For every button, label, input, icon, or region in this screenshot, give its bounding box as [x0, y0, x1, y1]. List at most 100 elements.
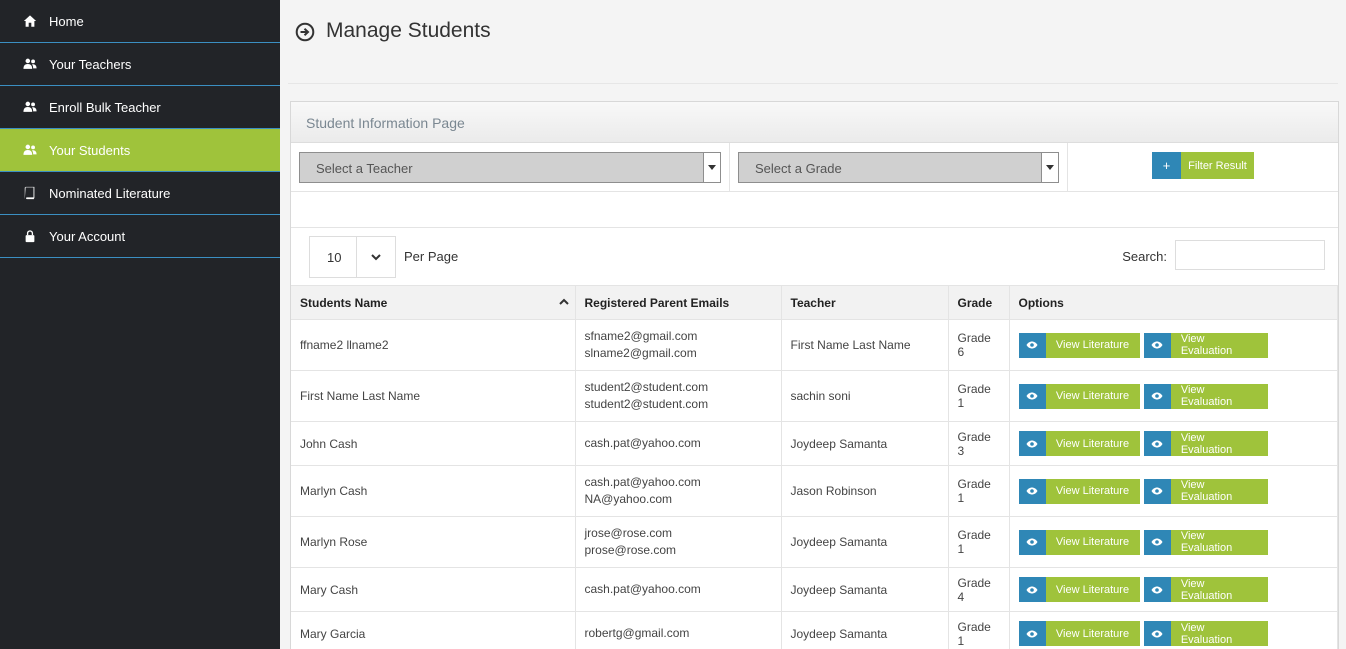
per-page-label: Per Page	[404, 249, 459, 264]
parent-email: prose@rose.com	[584, 543, 677, 557]
student-name: John Cash	[291, 421, 576, 466]
view-literature-button[interactable]: View Literature	[1018, 478, 1140, 504]
student-name: Marlyn Rose	[291, 516, 576, 568]
grade-select-value: Select a Grade	[755, 161, 842, 176]
view-evaluation-button[interactable]: View Evaluation	[1143, 621, 1268, 646]
sidebar-item-your-teachers[interactable]: Your Teachers	[0, 43, 280, 86]
teacher-name: Jason Robinson	[781, 465, 949, 517]
eye-icon	[1018, 478, 1046, 504]
eye-icon	[1018, 529, 1046, 555]
eye-icon	[1143, 478, 1171, 504]
view-evaluation-label: View Evaluation	[1170, 529, 1268, 555]
table-header-row: Students Name Registered Parent Emails T…	[291, 285, 1338, 320]
view-evaluation-button[interactable]: View Evaluation	[1143, 577, 1268, 602]
teacher-select-value: Select a Teacher	[316, 161, 413, 176]
eye-icon	[1018, 431, 1046, 456]
grade: Grade 1	[948, 611, 1010, 649]
main-content: Manage Students Student Information Page…	[280, 0, 1346, 649]
view-evaluation-button[interactable]: View Evaluation	[1143, 529, 1268, 555]
view-literature-label: View Literature	[1045, 383, 1140, 409]
spacer-row	[291, 192, 1338, 228]
options-cell: View Literature View Evaluation	[1009, 319, 1338, 371]
sidebar-item-label: Your Students	[49, 142, 131, 158]
parent-emails-cell: jrose@rose.com prose@rose.com	[575, 516, 782, 568]
view-evaluation-button[interactable]: View Evaluation	[1143, 383, 1268, 409]
search-label: Search:	[1122, 249, 1167, 264]
options-cell: View Literature View Evaluation	[1009, 370, 1338, 422]
options-cell: View Literature View Evaluation	[1009, 465, 1338, 517]
grade: Grade 1	[948, 465, 1010, 517]
header-label: Grade	[957, 295, 993, 310]
view-evaluation-button[interactable]: View Evaluation	[1143, 478, 1268, 504]
per-page-select[interactable]: 10	[309, 236, 396, 278]
page-title: Manage Students	[326, 19, 491, 42]
view-literature-button[interactable]: View Literature	[1018, 332, 1140, 358]
grade-select[interactable]: Select a Grade	[738, 152, 1059, 183]
view-evaluation-label: View Evaluation	[1170, 577, 1268, 602]
users-icon	[22, 56, 38, 72]
arrow-circle-right-icon	[295, 22, 315, 42]
parent-email: robertg@gmail.com	[584, 626, 690, 640]
teacher-name: sachin soni	[781, 370, 949, 422]
sidebar-item-your-account[interactable]: Your Account	[0, 215, 280, 258]
sidebar: Home Your Teachers Enroll Bulk Teacher Your…	[0, 0, 280, 649]
sidebar-item-home[interactable]: Home	[0, 0, 280, 43]
view-literature-button[interactable]: View Literature	[1018, 621, 1140, 646]
student-name: ffname2 llname2	[291, 319, 576, 371]
search-input[interactable]	[1175, 240, 1325, 270]
view-literature-button[interactable]: View Literature	[1018, 431, 1140, 456]
table-row: Marlyn Cash cash.pat@yahoo.com NA@yahoo.co…	[291, 465, 1338, 517]
view-evaluation-label: View Evaluation	[1170, 431, 1268, 456]
parent-emails-cell: cash.pat@yahoo.com	[575, 421, 782, 466]
teacher-select[interactable]: Select a Teacher	[299, 152, 721, 183]
parent-emails-cell: student2@student.com student2@student.com	[575, 370, 782, 422]
sort-up-icon	[558, 298, 569, 305]
view-literature-label: View Literature	[1045, 478, 1140, 504]
sidebar-item-your-students[interactable]: Your Students	[0, 129, 280, 172]
teacher-name: Joydeep Samanta	[781, 421, 949, 466]
view-evaluation-button[interactable]: View Evaluation	[1143, 431, 1268, 456]
header-teacher[interactable]: Teacher	[781, 285, 949, 320]
grade: Grade 3	[948, 421, 1010, 466]
filter-row: Select a Teacher Select a Grade + Filter…	[291, 143, 1338, 192]
page-header: Manage Students	[288, 0, 1338, 84]
teacher-name: Joydeep Samanta	[781, 567, 949, 612]
eye-icon	[1143, 383, 1171, 409]
view-literature-label: View Literature	[1045, 431, 1140, 456]
student-name: First Name Last Name	[291, 370, 576, 422]
view-literature-button[interactable]: View Literature	[1018, 577, 1140, 602]
view-literature-label: View Literature	[1045, 332, 1140, 358]
eye-icon	[1143, 577, 1171, 602]
plus-icon: +	[1152, 152, 1181, 179]
parent-email: slname2@gmail.com	[584, 346, 697, 360]
header-parent-emails[interactable]: Registered Parent Emails	[575, 285, 782, 320]
view-literature-label: View Literature	[1045, 577, 1140, 602]
dropdown-arrow-icon	[1041, 153, 1058, 182]
filter-result-button[interactable]: + Filter Result	[1152, 152, 1254, 179]
student-info-panel: Student Information Page Select a Teache…	[290, 101, 1339, 649]
header-grade[interactable]: Grade	[948, 285, 1010, 320]
parent-emails-cell: cash.pat@yahoo.com NA@yahoo.com	[575, 465, 782, 517]
parent-emails-cell: sfname2@gmail.com slname2@gmail.com	[575, 319, 782, 371]
parent-email: sfname2@gmail.com	[584, 329, 698, 343]
header-students-name[interactable]: Students Name	[291, 285, 576, 320]
panel-heading: Student Information Page	[291, 102, 1338, 143]
header-label: Teacher	[790, 295, 836, 310]
eye-icon	[1143, 621, 1171, 646]
eye-icon	[1018, 621, 1046, 646]
view-evaluation-label: View Evaluation	[1170, 478, 1268, 504]
sidebar-item-label: Your Account	[49, 228, 126, 244]
sidebar-item-nominated-literature[interactable]: Nominated Literature	[0, 172, 280, 215]
student-name: Mary Cash	[291, 567, 576, 612]
sidebar-item-label: Enroll Bulk Teacher	[49, 99, 161, 115]
view-evaluation-button[interactable]: View Evaluation	[1143, 332, 1268, 358]
view-literature-button[interactable]: View Literature	[1018, 529, 1140, 555]
parent-email: NA@yahoo.com	[584, 492, 673, 506]
parent-email: student2@student.com	[584, 397, 709, 411]
view-literature-button[interactable]: View Literature	[1018, 383, 1140, 409]
sidebar-item-enroll-bulk-teacher[interactable]: Enroll Bulk Teacher	[0, 86, 280, 129]
home-icon	[22, 13, 38, 29]
parent-email: student2@student.com	[584, 380, 709, 394]
options-cell: View Literature View Evaluation	[1009, 611, 1338, 649]
options-cell: View Literature View Evaluation	[1009, 567, 1338, 612]
